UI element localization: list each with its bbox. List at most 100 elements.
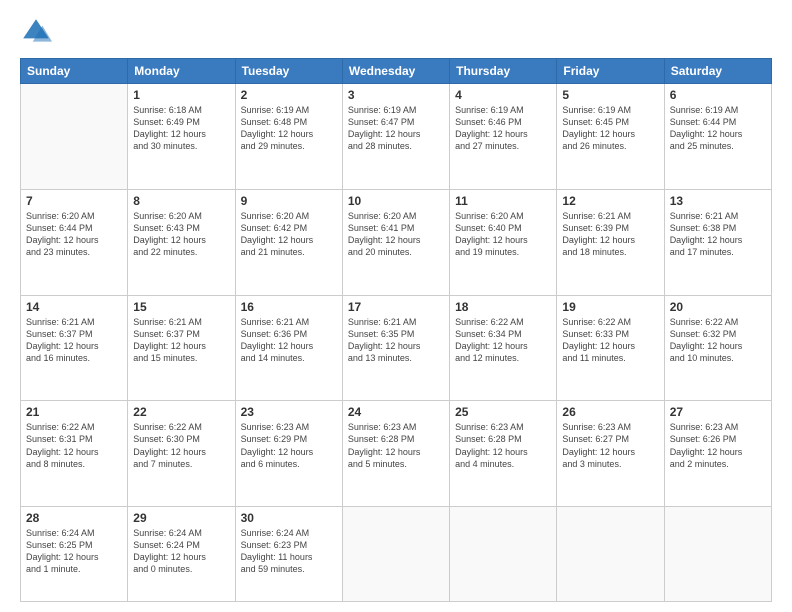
day-number: 28 xyxy=(26,511,122,525)
day-number: 22 xyxy=(133,405,229,419)
day-info: Sunrise: 6:24 AM Sunset: 6:25 PM Dayligh… xyxy=(26,527,122,576)
calendar-cell: 25 Sunrise: 6:23 AM Sunset: 6:28 PM Dayli… xyxy=(450,401,557,507)
day-info: Sunrise: 6:19 AM Sunset: 6:44 PM Dayligh… xyxy=(670,104,766,153)
calendar-week-2: 14 Sunrise: 6:21 AM Sunset: 6:37 PM Dayli… xyxy=(21,295,772,401)
day-number: 5 xyxy=(562,88,658,102)
calendar-table: SundayMondayTuesdayWednesdayThursdayFrid… xyxy=(20,58,772,602)
calendar-cell xyxy=(450,507,557,602)
day-number: 16 xyxy=(241,300,337,314)
day-number: 10 xyxy=(348,194,444,208)
day-info: Sunrise: 6:21 AM Sunset: 6:37 PM Dayligh… xyxy=(133,316,229,365)
day-number: 9 xyxy=(241,194,337,208)
day-info: Sunrise: 6:20 AM Sunset: 6:43 PM Dayligh… xyxy=(133,210,229,259)
day-info: Sunrise: 6:21 AM Sunset: 6:38 PM Dayligh… xyxy=(670,210,766,259)
calendar-cell: 26 Sunrise: 6:23 AM Sunset: 6:27 PM Dayli… xyxy=(557,401,664,507)
day-info: Sunrise: 6:24 AM Sunset: 6:24 PM Dayligh… xyxy=(133,527,229,576)
calendar-cell: 4 Sunrise: 6:19 AM Sunset: 6:46 PM Daylig… xyxy=(450,84,557,190)
day-info: Sunrise: 6:20 AM Sunset: 6:42 PM Dayligh… xyxy=(241,210,337,259)
calendar-cell: 24 Sunrise: 6:23 AM Sunset: 6:28 PM Dayli… xyxy=(342,401,449,507)
day-number: 18 xyxy=(455,300,551,314)
day-number: 2 xyxy=(241,88,337,102)
calendar-cell: 5 Sunrise: 6:19 AM Sunset: 6:45 PM Daylig… xyxy=(557,84,664,190)
header xyxy=(20,16,772,48)
day-info: Sunrise: 6:20 AM Sunset: 6:44 PM Dayligh… xyxy=(26,210,122,259)
day-info: Sunrise: 6:19 AM Sunset: 6:45 PM Dayligh… xyxy=(562,104,658,153)
day-info: Sunrise: 6:19 AM Sunset: 6:48 PM Dayligh… xyxy=(241,104,337,153)
day-info: Sunrise: 6:24 AM Sunset: 6:23 PM Dayligh… xyxy=(241,527,337,576)
day-info: Sunrise: 6:19 AM Sunset: 6:47 PM Dayligh… xyxy=(348,104,444,153)
calendar-header-row: SundayMondayTuesdayWednesdayThursdayFrid… xyxy=(21,59,772,84)
day-info: Sunrise: 6:23 AM Sunset: 6:26 PM Dayligh… xyxy=(670,421,766,470)
calendar-cell: 30 Sunrise: 6:24 AM Sunset: 6:23 PM Dayli… xyxy=(235,507,342,602)
day-number: 14 xyxy=(26,300,122,314)
logo-icon xyxy=(20,16,52,48)
day-number: 7 xyxy=(26,194,122,208)
day-number: 15 xyxy=(133,300,229,314)
calendar-cell xyxy=(342,507,449,602)
day-number: 4 xyxy=(455,88,551,102)
calendar-header-monday: Monday xyxy=(128,59,235,84)
day-info: Sunrise: 6:22 AM Sunset: 6:32 PM Dayligh… xyxy=(670,316,766,365)
calendar-cell: 7 Sunrise: 6:20 AM Sunset: 6:44 PM Daylig… xyxy=(21,189,128,295)
calendar-cell: 16Sunrise: 6:21 AM Sunset: 6:36 PM Dayli… xyxy=(235,295,342,401)
calendar-week-4: 28 Sunrise: 6:24 AM Sunset: 6:25 PM Dayli… xyxy=(21,507,772,602)
calendar-cell: 27 Sunrise: 6:23 AM Sunset: 6:26 PM Dayli… xyxy=(664,401,771,507)
calendar-cell: 13Sunrise: 6:21 AM Sunset: 6:38 PM Dayli… xyxy=(664,189,771,295)
day-number: 20 xyxy=(670,300,766,314)
day-info: Sunrise: 6:23 AM Sunset: 6:27 PM Dayligh… xyxy=(562,421,658,470)
day-number: 12 xyxy=(562,194,658,208)
calendar-cell: 23 Sunrise: 6:23 AM Sunset: 6:29 PM Dayli… xyxy=(235,401,342,507)
day-number: 23 xyxy=(241,405,337,419)
calendar-cell: 1Sunrise: 6:18 AM Sunset: 6:49 PM Daylig… xyxy=(128,84,235,190)
day-info: Sunrise: 6:20 AM Sunset: 6:41 PM Dayligh… xyxy=(348,210,444,259)
day-number: 29 xyxy=(133,511,229,525)
day-info: Sunrise: 6:20 AM Sunset: 6:40 PM Dayligh… xyxy=(455,210,551,259)
calendar-cell: 9 Sunrise: 6:20 AM Sunset: 6:42 PM Daylig… xyxy=(235,189,342,295)
calendar-cell: 6Sunrise: 6:19 AM Sunset: 6:44 PM Daylig… xyxy=(664,84,771,190)
day-info: Sunrise: 6:22 AM Sunset: 6:31 PM Dayligh… xyxy=(26,421,122,470)
calendar-cell: 10 Sunrise: 6:20 AM Sunset: 6:41 PM Dayli… xyxy=(342,189,449,295)
calendar-header-sunday: Sunday xyxy=(21,59,128,84)
calendar-week-0: 1Sunrise: 6:18 AM Sunset: 6:49 PM Daylig… xyxy=(21,84,772,190)
day-info: Sunrise: 6:18 AM Sunset: 6:49 PM Dayligh… xyxy=(133,104,229,153)
day-number: 26 xyxy=(562,405,658,419)
calendar-week-3: 21Sunrise: 6:22 AM Sunset: 6:31 PM Dayli… xyxy=(21,401,772,507)
day-number: 30 xyxy=(241,511,337,525)
page: SundayMondayTuesdayWednesdayThursdayFrid… xyxy=(0,0,792,612)
calendar-cell xyxy=(21,84,128,190)
day-info: Sunrise: 6:23 AM Sunset: 6:28 PM Dayligh… xyxy=(348,421,444,470)
calendar-cell: 28 Sunrise: 6:24 AM Sunset: 6:25 PM Dayli… xyxy=(21,507,128,602)
calendar-header-friday: Friday xyxy=(557,59,664,84)
calendar-cell: 11 Sunrise: 6:20 AM Sunset: 6:40 PM Dayli… xyxy=(450,189,557,295)
day-number: 24 xyxy=(348,405,444,419)
calendar-header-wednesday: Wednesday xyxy=(342,59,449,84)
calendar-cell: 20 Sunrise: 6:22 AM Sunset: 6:32 PM Dayli… xyxy=(664,295,771,401)
calendar-header-thursday: Thursday xyxy=(450,59,557,84)
day-number: 25 xyxy=(455,405,551,419)
calendar-cell: 29 Sunrise: 6:24 AM Sunset: 6:24 PM Dayli… xyxy=(128,507,235,602)
calendar-cell: 3 Sunrise: 6:19 AM Sunset: 6:47 PM Daylig… xyxy=(342,84,449,190)
calendar-cell: 22Sunrise: 6:22 AM Sunset: 6:30 PM Dayli… xyxy=(128,401,235,507)
calendar-cell: 8 Sunrise: 6:20 AM Sunset: 6:43 PM Daylig… xyxy=(128,189,235,295)
day-info: Sunrise: 6:23 AM Sunset: 6:28 PM Dayligh… xyxy=(455,421,551,470)
day-number: 11 xyxy=(455,194,551,208)
calendar-header-tuesday: Tuesday xyxy=(235,59,342,84)
day-number: 19 xyxy=(562,300,658,314)
day-info: Sunrise: 6:21 AM Sunset: 6:35 PM Dayligh… xyxy=(348,316,444,365)
calendar-cell: 14Sunrise: 6:21 AM Sunset: 6:37 PM Dayli… xyxy=(21,295,128,401)
day-info: Sunrise: 6:23 AM Sunset: 6:29 PM Dayligh… xyxy=(241,421,337,470)
day-number: 17 xyxy=(348,300,444,314)
day-number: 27 xyxy=(670,405,766,419)
calendar-cell: 17 Sunrise: 6:21 AM Sunset: 6:35 PM Dayli… xyxy=(342,295,449,401)
calendar-week-1: 7 Sunrise: 6:20 AM Sunset: 6:44 PM Daylig… xyxy=(21,189,772,295)
calendar-cell xyxy=(664,507,771,602)
calendar-cell xyxy=(557,507,664,602)
calendar-cell: 19Sunrise: 6:22 AM Sunset: 6:33 PM Dayli… xyxy=(557,295,664,401)
day-info: Sunrise: 6:19 AM Sunset: 6:46 PM Dayligh… xyxy=(455,104,551,153)
calendar-header-saturday: Saturday xyxy=(664,59,771,84)
day-info: Sunrise: 6:22 AM Sunset: 6:34 PM Dayligh… xyxy=(455,316,551,365)
calendar-cell: 15 Sunrise: 6:21 AM Sunset: 6:37 PM Dayli… xyxy=(128,295,235,401)
day-number: 3 xyxy=(348,88,444,102)
calendar-cell: 21Sunrise: 6:22 AM Sunset: 6:31 PM Dayli… xyxy=(21,401,128,507)
day-number: 8 xyxy=(133,194,229,208)
